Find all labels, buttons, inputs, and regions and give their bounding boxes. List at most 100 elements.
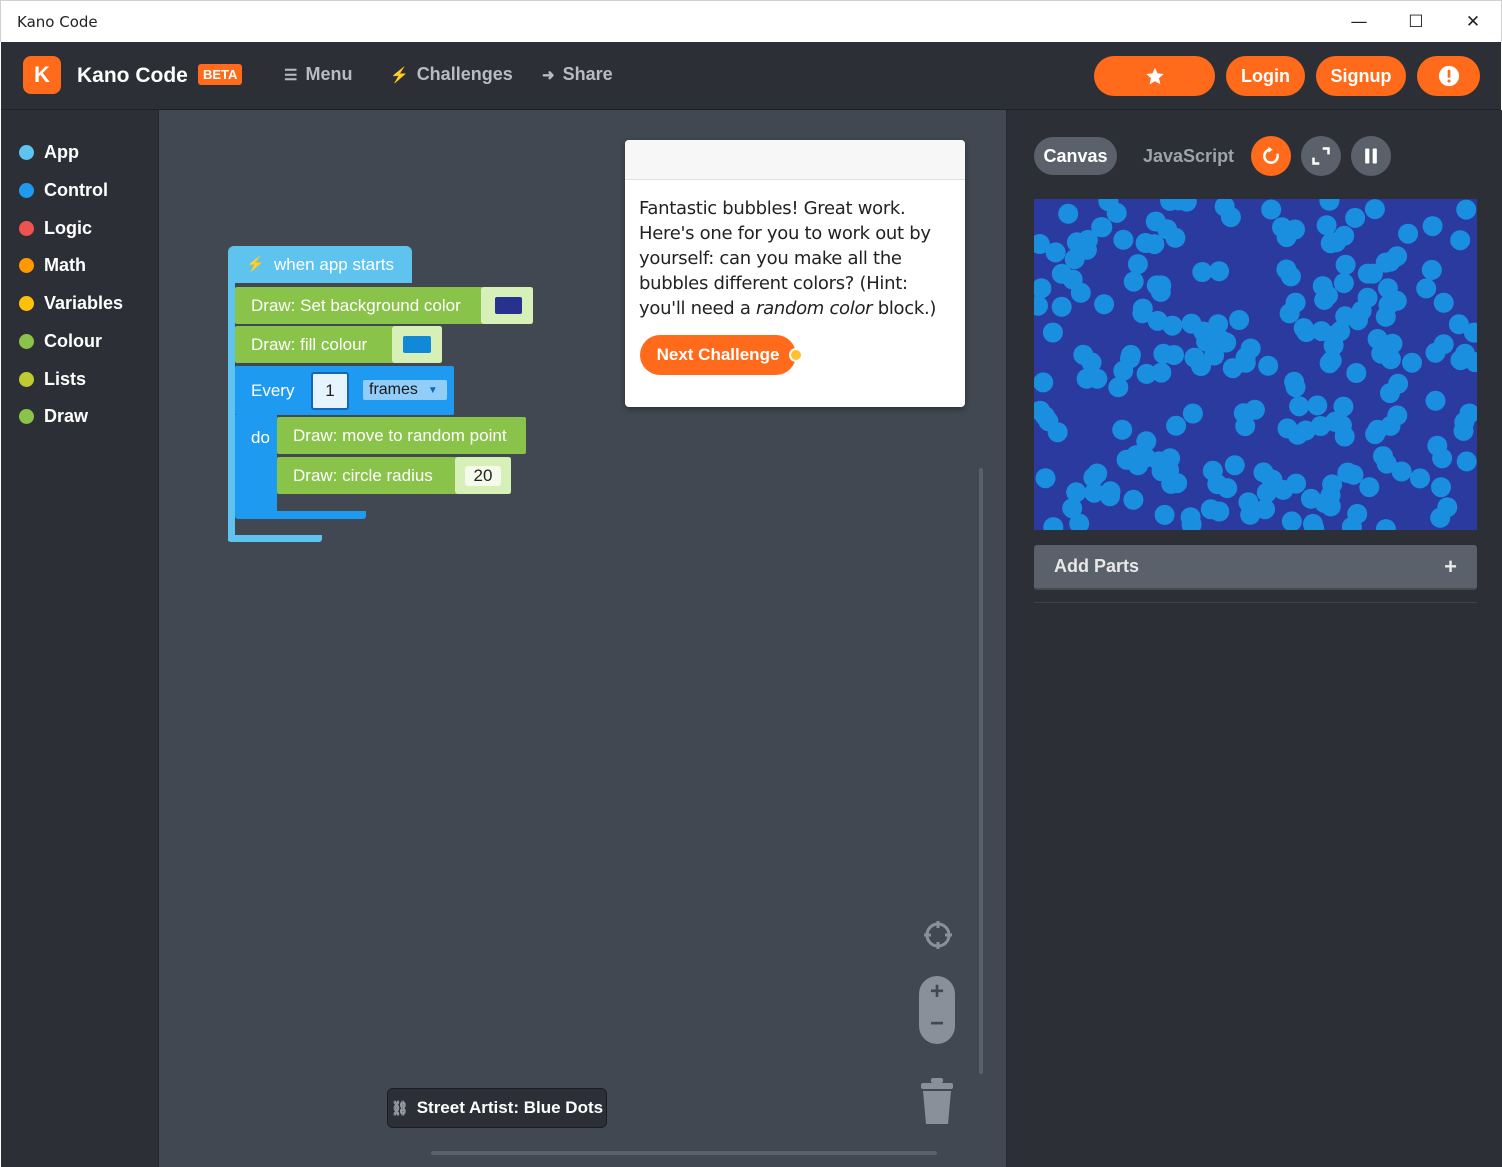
move-random-point-block[interactable]: Draw: move to random point (277, 417, 526, 454)
horizontal-scrollbar[interactable] (431, 1151, 937, 1155)
restart-button[interactable] (1251, 136, 1291, 176)
category-logic[interactable]: Logic (19, 218, 92, 239)
trash-button[interactable] (917, 1076, 957, 1126)
pause-button[interactable] (1351, 136, 1391, 176)
bubble (1281, 511, 1302, 530)
tab-canvas[interactable]: Canvas (1034, 137, 1117, 175)
bubble (1320, 233, 1341, 254)
close-button[interactable]: ✕ (1445, 1, 1501, 43)
category-label: Lists (44, 369, 87, 389)
share-arrow-icon: ➜ (542, 66, 555, 84)
signup-button[interactable]: Signup (1316, 56, 1406, 96)
radius-input[interactable]: 20 (465, 466, 501, 486)
background-color-swatch[interactable] (495, 297, 522, 314)
nav-challenges-label: Challenges (416, 64, 513, 84)
app-header: K Kano Code BETA ☰ Menu ⚡ Challenges ➜ S… (1, 42, 1501, 110)
bubble (1127, 254, 1148, 275)
login-button[interactable]: Login (1226, 56, 1305, 96)
nav-challenges[interactable]: ⚡ Challenges (390, 64, 513, 85)
challenge-text-part: block.) (872, 298, 937, 319)
bubble (1296, 322, 1317, 342)
fill-color-swatch[interactable] (403, 336, 431, 353)
window-title: Kano Code (17, 13, 98, 31)
tab-javascript[interactable]: JavaScript (1143, 146, 1234, 167)
bubble (1181, 313, 1202, 334)
category-dot (19, 296, 34, 311)
category-dot (19, 372, 34, 387)
bubble (1373, 446, 1393, 467)
category-label: Logic (44, 218, 92, 238)
star-button[interactable] (1094, 56, 1215, 96)
bubble (1153, 343, 1174, 364)
do-label: do (251, 428, 270, 447)
canvas-stage[interactable] (1034, 199, 1477, 530)
nav-share[interactable]: ➜ Share (542, 64, 613, 85)
category-lists[interactable]: Lists (19, 369, 86, 390)
bubble (1180, 507, 1201, 528)
frames-count-input[interactable]: 1 (311, 372, 349, 410)
category-app[interactable]: App (19, 142, 79, 163)
bubble (1035, 468, 1056, 489)
zoom-in-icon[interactable]: + (919, 978, 955, 1006)
category-math[interactable]: Math (19, 255, 86, 276)
loop-body-rail: do (235, 415, 277, 517)
vertical-scrollbar[interactable] (979, 468, 983, 1074)
bubble (1433, 292, 1454, 313)
category-label: Draw (44, 406, 89, 426)
bubble (1362, 263, 1383, 284)
category-colour[interactable]: Colour (19, 331, 102, 352)
challenge-title-tag[interactable]: ⛓ Street Artist: Blue Dots (387, 1088, 607, 1128)
bubble (1333, 396, 1354, 417)
bubble (1347, 503, 1368, 524)
alert-button[interactable] (1417, 56, 1480, 96)
when-app-starts-block[interactable]: ⚡ when app starts (228, 246, 412, 283)
category-variables[interactable]: Variables (19, 293, 123, 314)
block-rail-bottom (228, 535, 322, 542)
bubble (1310, 416, 1331, 436)
frames-dropdown[interactable]: frames ▼ (363, 380, 447, 400)
bubble (1151, 362, 1172, 383)
bubble (1034, 278, 1052, 299)
bubble (1287, 424, 1308, 445)
dropdown-value: frames (369, 381, 418, 398)
bubble (1425, 390, 1446, 411)
next-challenge-label: Next Challenge (656, 345, 780, 364)
bubble (1448, 314, 1469, 335)
nav-menu[interactable]: ☰ Menu (284, 64, 352, 85)
recenter-button[interactable] (923, 920, 953, 950)
next-challenge-button[interactable]: Next Challenge (640, 335, 803, 375)
zoom-out-icon[interactable]: − (919, 1010, 955, 1038)
bubbles-drawing (1034, 199, 1477, 530)
category-control[interactable]: Control (19, 180, 108, 201)
bubble (1335, 254, 1356, 275)
bubble (1112, 419, 1133, 440)
fullscreen-button[interactable] (1301, 136, 1341, 176)
bubble (1402, 352, 1422, 373)
challenge-text-emphasis: random color (756, 298, 873, 319)
category-dot (19, 221, 34, 236)
minimize-button[interactable]: — (1331, 1, 1387, 43)
kano-logo[interactable]: K (23, 56, 61, 94)
bubble (1387, 405, 1408, 426)
bubble (1145, 211, 1166, 232)
maximize-button[interactable]: ☐ (1388, 1, 1444, 43)
category-draw[interactable]: Draw (19, 406, 88, 427)
challenge-text: Fantastic bubbles! Great work. Here's on… (639, 196, 955, 321)
bubble (1162, 315, 1183, 336)
bubble (1416, 278, 1437, 299)
bubble (1343, 464, 1364, 485)
bubble (1091, 217, 1112, 238)
code-workspace[interactable]: ⚡ when app starts Draw: Set background c… (158, 110, 1006, 1167)
bubble (1087, 463, 1108, 484)
bubble (1307, 395, 1328, 416)
bubble (1375, 519, 1396, 530)
bubble (1043, 517, 1064, 530)
brand-name: Kano Code (77, 64, 188, 87)
bubble (1100, 486, 1120, 507)
plus-icon: + (1444, 553, 1457, 579)
bubble (1202, 460, 1223, 481)
block-label: Draw: fill colour (251, 334, 368, 354)
bubble (1285, 292, 1306, 313)
add-parts-bar[interactable]: Add Parts + (1034, 545, 1477, 590)
pointer-knob (789, 348, 803, 362)
